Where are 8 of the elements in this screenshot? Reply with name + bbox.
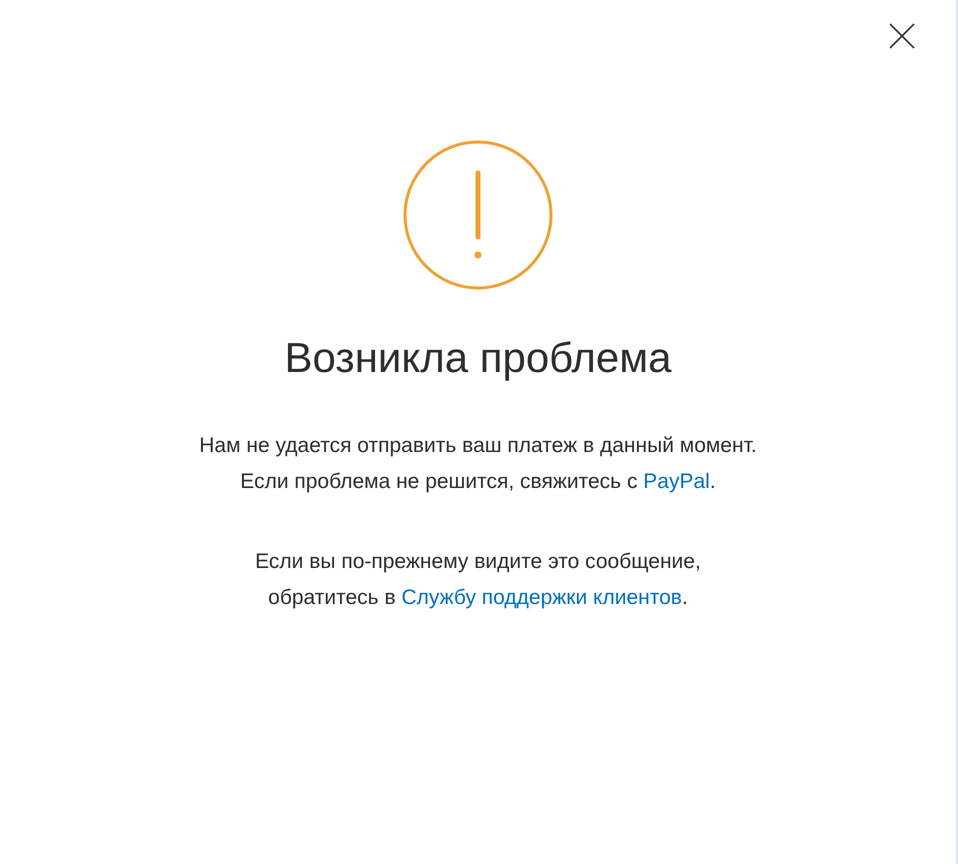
- link[interactable]: PayPal: [643, 470, 710, 493]
- close-button[interactable]: [888, 22, 916, 50]
- message-text: Нам не удается отправить ваш платеж в данный момент. Если проблема не решится, свяжитесь с PayPal.: [199, 433, 757, 495]
- message-text: Если вы по-прежнему видите это сообщение, обратитесь в Службу поддержки клиентов.: [255, 549, 701, 611]
- warning-icon: [403, 140, 553, 290]
- link[interactable]: Службу поддержки клиентов: [401, 586, 682, 609]
- error-title: Возникла проблема: [284, 333, 672, 383]
- close-icon: [889, 23, 915, 49]
